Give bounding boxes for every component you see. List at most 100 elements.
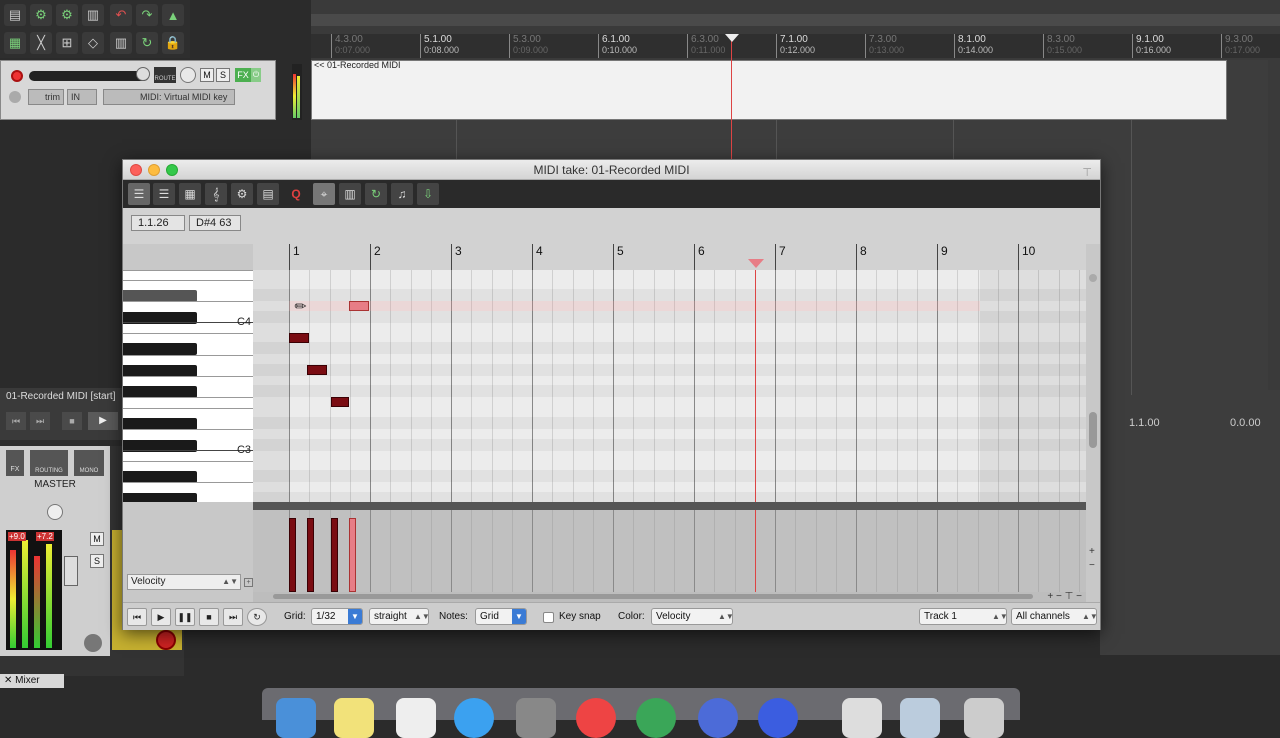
editor-stop-icon[interactable]: ■ — [199, 608, 219, 626]
velocity-bar[interactable] — [307, 518, 314, 592]
piano-roll-grid[interactable]: ✎ — [253, 270, 1086, 502]
grid-icon[interactable]: ▦ — [4, 32, 26, 54]
midi-ruler[interactable]: 1 2 3 4 5 6 7 8 9 10 — [253, 244, 1086, 270]
minimize-window-icon[interactable] — [148, 164, 160, 176]
editor-go-end-icon[interactable]: ⏭ — [223, 608, 243, 626]
playhead-marker-icon[interactable] — [725, 34, 739, 42]
midi-item[interactable] — [311, 60, 1227, 120]
undo-icon[interactable]: ↶ — [110, 4, 132, 26]
master-pan-knob[interactable] — [47, 504, 63, 520]
lock-icon[interactable]: 🔒 — [162, 32, 184, 54]
piano-keyboard[interactable]: C4 C3 — [123, 270, 253, 502]
named-notes-view-icon[interactable]: ☰ — [153, 183, 175, 205]
horizontal-scroll-thumb[interactable] — [273, 594, 1033, 599]
app-store-icon[interactable] — [758, 698, 798, 738]
system-prefs-icon[interactable] — [516, 698, 556, 738]
key-snap-checkbox[interactable] — [543, 612, 554, 623]
envelope-icon[interactable]: ⊞ — [56, 32, 78, 54]
swing-select[interactable]: straight ▲▼ — [369, 608, 430, 625]
discord-icon[interactable] — [698, 698, 738, 738]
media-item-lane-icon[interactable]: ⚙ — [231, 183, 253, 205]
app-icon[interactable] — [636, 698, 676, 738]
velocity-bar-selected[interactable] — [349, 518, 356, 592]
master-mute-button[interactable]: M — [90, 532, 104, 546]
route-button[interactable]: ROUTE — [154, 67, 176, 83]
documents-icon[interactable] — [842, 698, 882, 738]
editor-pause-icon[interactable]: ❚❚ — [175, 608, 195, 626]
editor-loop-icon[interactable]: ↻ — [247, 608, 267, 626]
master-routing-button[interactable]: ROUTING — [30, 450, 68, 476]
downloads-icon[interactable] — [900, 698, 940, 738]
velocity-bar[interactable] — [331, 518, 338, 592]
editor-playhead[interactable] — [755, 270, 756, 502]
arrange-vscroll[interactable] — [1268, 60, 1280, 390]
notation-view-icon[interactable]: 𝄞 — [205, 183, 227, 205]
playhead[interactable] — [731, 34, 732, 160]
note-info[interactable]: D#4 63 — [189, 215, 241, 231]
midi-input-icon[interactable]: ⇩ — [417, 183, 439, 205]
snap-grid-icon[interactable]: ⌖ — [313, 183, 335, 205]
input-select[interactable]: MIDI: Virtual MIDI key — [103, 89, 235, 105]
mute-button[interactable]: M — [200, 68, 214, 82]
event-list-icon[interactable]: ▤ — [257, 183, 279, 205]
cc-lane-select[interactable]: Velocity ▲▼ — [127, 574, 241, 590]
event-list-view-icon[interactable]: ▦ — [179, 183, 201, 205]
solo-button[interactable]: S — [216, 68, 230, 82]
chrome-icon[interactable] — [576, 698, 616, 738]
notes-icon[interactable] — [334, 698, 374, 738]
record-arm-button[interactable] — [11, 70, 23, 82]
phase-icon[interactable] — [9, 91, 21, 103]
vscroll-top-icon[interactable] — [1089, 274, 1097, 282]
channel-select[interactable]: All channels ▲▼ — [1011, 608, 1098, 625]
master-fader[interactable] — [64, 556, 78, 586]
timeline-ruler[interactable]: 4.3.00 0:07.000 5.1.00 0:08.000 5.3.00 0:09.0… — [311, 34, 1280, 58]
black-key[interactable] — [123, 343, 197, 355]
finder-icon[interactable] — [276, 698, 316, 738]
track-name-field[interactable] — [29, 71, 149, 81]
black-key[interactable] — [123, 493, 197, 502]
vertical-scrollbar[interactable]: + − — [1086, 270, 1100, 592]
master-solo-button[interactable]: S — [90, 554, 104, 568]
quantize-icon[interactable]: Q — [285, 183, 307, 205]
loop-icon[interactable]: ↻ — [136, 32, 158, 54]
item-grouping-icon[interactable]: ▥ — [110, 32, 132, 54]
play-icon[interactable]: ▶ — [88, 412, 118, 430]
mixer-tab[interactable]: ✕ Mixer — [0, 674, 64, 688]
volume-knob[interactable] — [136, 67, 150, 81]
go-end-icon[interactable]: ⏭ — [30, 412, 50, 430]
track-select[interactable]: Track 1 ▲▼ — [919, 608, 1008, 625]
stop-icon[interactable]: ■ — [62, 412, 82, 430]
midi-note[interactable] — [289, 333, 309, 343]
cursor-position[interactable]: 1.1.26 — [131, 215, 185, 231]
close-window-icon[interactable] — [130, 164, 142, 176]
vscroll-thumb[interactable] — [1089, 412, 1097, 448]
open-project-icon[interactable]: ⚙ — [30, 4, 52, 26]
grid-select[interactable]: 1/32 ▼ — [311, 608, 363, 625]
editor-go-start-icon[interactable]: ⏮ — [127, 608, 147, 626]
master-fx-button[interactable]: FX — [6, 450, 24, 476]
redo-icon[interactable]: ↷ — [136, 4, 158, 26]
vzoom-in-icon[interactable]: + — [1089, 546, 1095, 557]
master-mono-button[interactable]: MONO — [74, 450, 104, 476]
fx-button[interactable]: FX — [235, 68, 251, 82]
save-project-icon[interactable]: ⚙ — [56, 4, 78, 26]
velocity-lane[interactable] — [253, 510, 1086, 592]
fx-bypass-icon[interactable]: ⏻ — [251, 68, 261, 82]
add-lane-icon[interactable]: + — [244, 578, 253, 587]
velocity-bar[interactable] — [289, 518, 296, 592]
new-project-icon[interactable]: ▤ — [4, 4, 26, 26]
trim-envelope-button[interactable]: trim — [28, 89, 64, 105]
zoom-window-icon[interactable] — [166, 164, 178, 176]
piano-roll-view-icon[interactable]: ☰ — [128, 183, 150, 205]
grid-lines-icon[interactable]: ▥ — [339, 183, 361, 205]
midi-note[interactable] — [307, 365, 327, 375]
midi-note-selected[interactable] — [349, 301, 369, 311]
go-start-icon[interactable]: ⏮ — [6, 412, 26, 430]
midi-note[interactable] — [331, 397, 349, 407]
ripple-icon[interactable]: ╳ — [30, 32, 52, 54]
safari-icon[interactable] — [454, 698, 494, 738]
strip-record-icon[interactable] — [156, 630, 176, 650]
vzoom-out-icon[interactable]: − — [1089, 560, 1095, 571]
pan-knob[interactable] — [180, 67, 196, 83]
midi-editor-titlebar[interactable]: MIDI take: 01-Recorded MIDI ⊤ — [123, 160, 1100, 180]
